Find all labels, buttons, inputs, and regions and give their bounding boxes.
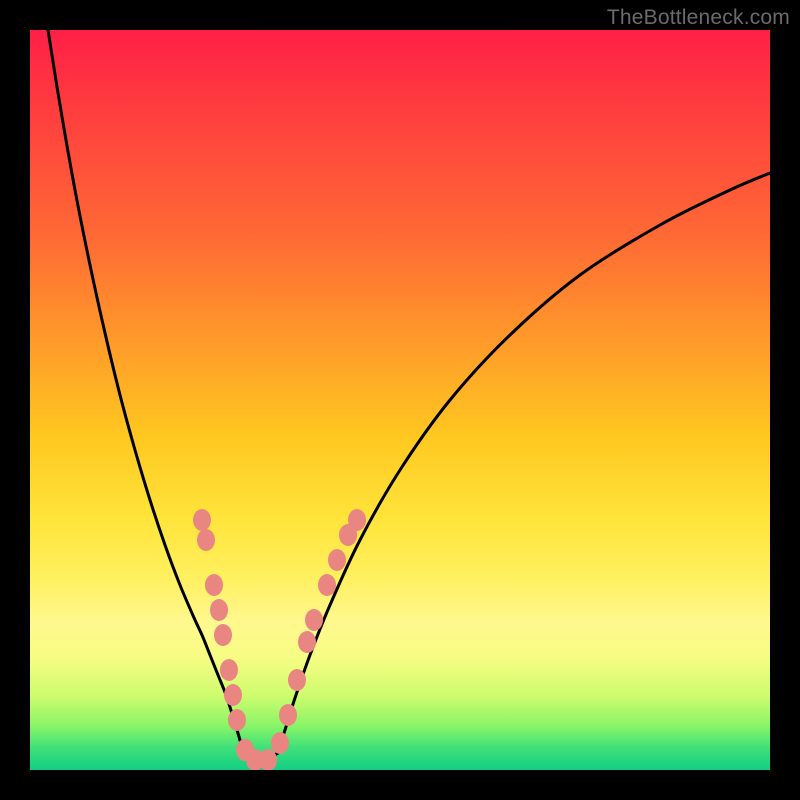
- marker-dot: [279, 704, 297, 726]
- marker-dot: [318, 574, 336, 596]
- marker-dot: [271, 732, 289, 754]
- plot-area: [30, 30, 770, 770]
- marker-dot: [205, 574, 223, 596]
- marker-dot: [259, 749, 277, 770]
- marker-dot: [214, 624, 232, 646]
- marker-dot: [305, 609, 323, 631]
- marker-dot: [228, 709, 246, 731]
- marker-dot: [298, 631, 316, 653]
- marker-dot: [220, 659, 238, 681]
- marker-dot: [348, 509, 366, 531]
- bottleneck-curve: [30, 30, 770, 770]
- marker-dot: [210, 599, 228, 621]
- marker-dot: [288, 669, 306, 691]
- marker-dot: [224, 684, 242, 706]
- marker-dot: [197, 529, 215, 551]
- curve-path: [48, 30, 770, 763]
- marker-dot: [328, 549, 346, 571]
- marker-dot: [193, 509, 211, 531]
- watermark-text: TheBottleneck.com: [607, 6, 790, 30]
- chart-frame: TheBottleneck.com: [0, 0, 800, 800]
